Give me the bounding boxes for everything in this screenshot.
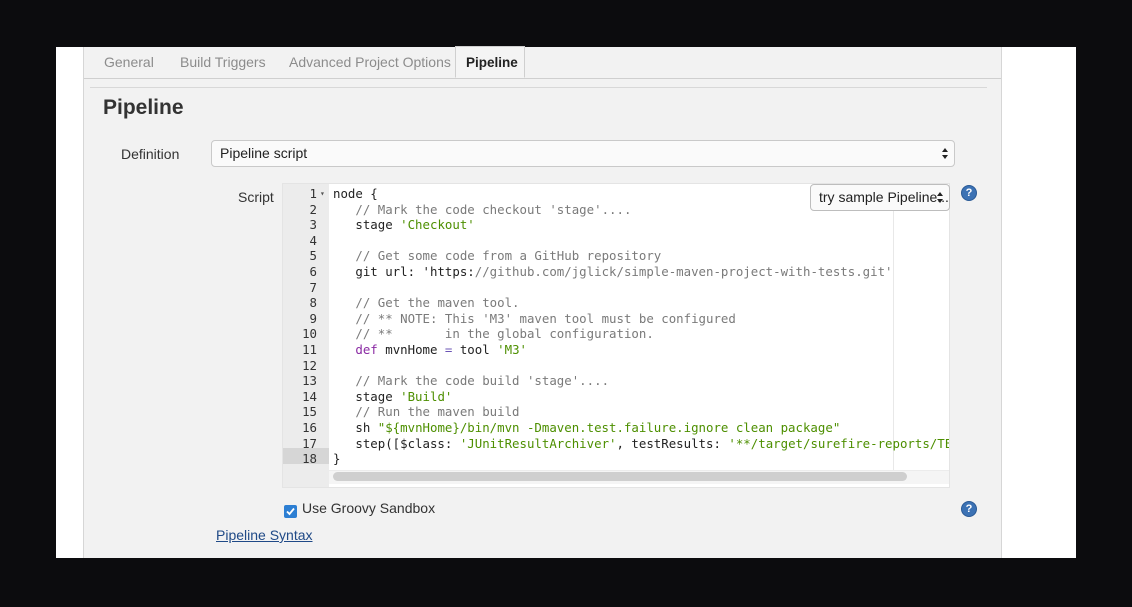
- line-number: 7: [309, 279, 317, 295]
- code-line[interactable]: 9 // ** NOTE: This 'M3' maven tool must …: [283, 310, 949, 327]
- sandbox-help-icon[interactable]: ?: [961, 501, 977, 517]
- code-line[interactable]: 4: [283, 232, 949, 249]
- script-help-icon[interactable]: ?: [961, 185, 977, 201]
- code-text: // Run the maven build: [355, 404, 520, 420]
- code-line[interactable]: 11 def mvnHome = tool 'M3': [283, 342, 949, 358]
- line-number: 15: [302, 404, 317, 420]
- code-line[interactable]: 18}: [283, 451, 949, 467]
- line-number: 2: [309, 201, 317, 217]
- definition-select-value: Pipeline script: [220, 145, 308, 161]
- line-number: 5: [309, 248, 317, 264]
- line-number: 6: [309, 264, 317, 279]
- script-label: Script: [238, 189, 274, 205]
- tab-bar: General Build Triggers Advanced Project …: [84, 46, 1001, 79]
- code-text: def mvnHome = tool 'M3': [355, 342, 527, 357]
- code-text: // ** in the global configuration.: [355, 326, 654, 342]
- code-text: sh "${mvnHome}/bin/mvn -Dmaven.test.fail…: [333, 420, 841, 435]
- config-page: General Build Triggers Advanced Project …: [56, 46, 1076, 558]
- tab-build-triggers[interactable]: Build Triggers: [180, 47, 266, 78]
- config-panel: General Build Triggers Advanced Project …: [83, 46, 1002, 558]
- script-editor[interactable]: 1 ▾ node { 2 // Mark the code checkout 'sta…: [282, 183, 950, 488]
- try-sample-pipeline-select[interactable]: try sample Pipeline...: [810, 184, 950, 211]
- tab-pipeline[interactable]: Pipeline: [455, 46, 525, 78]
- code-line[interactable]: 14 stage 'Build': [283, 388, 949, 405]
- line-number: 13: [302, 373, 317, 389]
- select-caret-icon: [942, 148, 948, 159]
- sample-select-value: try sample Pipeline...: [819, 189, 949, 205]
- code-text: // Mark the code checkout 'stage'....: [355, 201, 632, 217]
- code-text: // Mark the code build 'stage'....: [355, 373, 610, 389]
- line-number: 14: [302, 388, 317, 404]
- line-number: 18: [302, 451, 317, 467]
- code-line[interactable]: 12: [283, 357, 949, 374]
- definition-select[interactable]: Pipeline script: [211, 140, 955, 167]
- code-text: step([$class: 'JUnitResultArchiver', tes…: [333, 435, 949, 451]
- code-line[interactable]: 8 // Get the maven tool.: [283, 295, 949, 311]
- definition-label: Definition: [121, 146, 180, 162]
- horizontal-scrollbar[interactable]: [333, 472, 907, 481]
- line-number: 8: [309, 295, 317, 311]
- line-number: 10: [302, 326, 317, 342]
- checkmark-icon: [286, 507, 295, 516]
- line-number: 17: [302, 435, 317, 451]
- code-line[interactable]: 16 sh "${mvnHome}/bin/mvn -Dmaven.test.f…: [283, 420, 949, 436]
- code-line[interactable]: 7: [283, 279, 949, 296]
- code-line[interactable]: 5 // Get some code from a GitHub reposit…: [283, 248, 949, 264]
- code-text: stage 'Build': [333, 388, 453, 404]
- fold-arrow-icon[interactable]: ▾: [320, 186, 325, 202]
- pipeline-syntax-link[interactable]: Pipeline Syntax: [216, 527, 313, 543]
- code-line[interactable]: 10 // ** in the global configuration.: [283, 326, 949, 342]
- line-number: 4: [309, 232, 317, 248]
- line-number: 16: [302, 420, 317, 435]
- section-divider: [90, 87, 987, 88]
- line-number: 1: [309, 186, 317, 201]
- code-line[interactable]: 17 step([$class: 'JUnitResultArchiver', …: [283, 435, 949, 452]
- code-line[interactable]: 6 git url: 'https://github.com/jglick/si…: [283, 264, 949, 280]
- line-number: 3: [309, 217, 317, 233]
- code-text: // Get some code from a GitHub repositor…: [355, 248, 662, 264]
- code-text: }: [333, 451, 341, 467]
- code-line[interactable]: 3 stage 'Checkout': [283, 217, 949, 233]
- code-line[interactable]: 13 // Mark the code build 'stage'....: [283, 373, 949, 389]
- tab-general[interactable]: General: [104, 47, 154, 78]
- code-text: stage 'Checkout': [333, 217, 475, 233]
- groovy-sandbox-checkbox[interactable]: [284, 505, 297, 518]
- code-text: // Get the maven tool.: [355, 295, 520, 311]
- line-number: 11: [302, 342, 317, 357]
- code-text: git url: 'https://github.com/jglick/simp…: [333, 264, 893, 279]
- code-line[interactable]: 15 // Run the maven build: [283, 404, 949, 420]
- section-title: Pipeline: [103, 96, 184, 119]
- line-number: 9: [309, 310, 317, 326]
- tab-advanced-project-options[interactable]: Advanced Project Options: [289, 47, 451, 78]
- groovy-sandbox-label: Use Groovy Sandbox: [302, 500, 436, 516]
- line-number: 12: [302, 357, 317, 373]
- select-caret-icon: [937, 192, 943, 203]
- code-text: // ** NOTE: This 'M3' maven tool must be…: [355, 310, 736, 326]
- code-text: node {: [333, 186, 378, 201]
